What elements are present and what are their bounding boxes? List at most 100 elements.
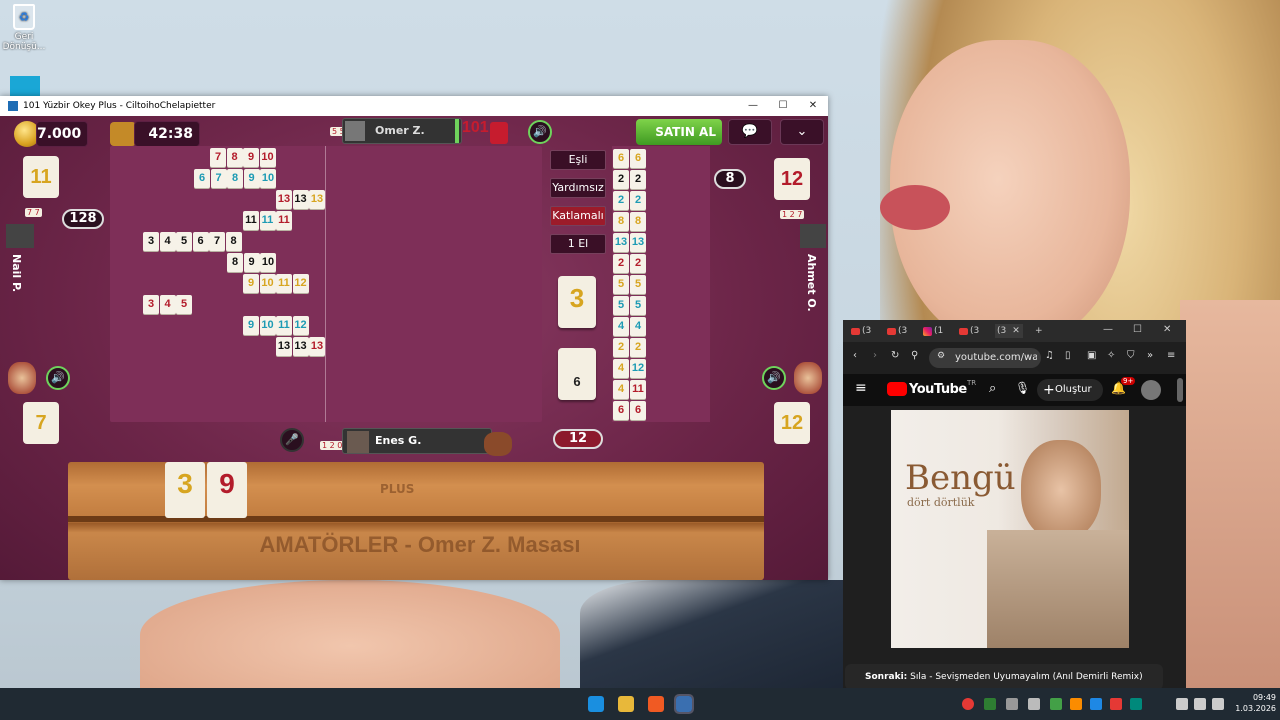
right-top-tile: 12 xyxy=(774,158,810,200)
rack-tile[interactable]: 3 xyxy=(165,462,205,518)
back-icon[interactable]: ‹ xyxy=(853,350,857,361)
meld-tile: 10 xyxy=(259,316,276,335)
sound-button[interactable]: 🔊 xyxy=(528,120,552,144)
window-titlebar: 101 Yüzbir Okey Plus - CiltoihoChelapiet… xyxy=(0,96,828,116)
tray-icon[interactable] xyxy=(962,698,974,710)
ai-icon[interactable]: ✧ xyxy=(1107,350,1115,361)
buy-button[interactable]: SATIN AL xyxy=(636,119,722,145)
create-label: Oluştur xyxy=(1055,384,1092,395)
left-player-sound-button[interactable]: 🔊 xyxy=(46,366,70,390)
search-icon[interactable]: ⌕ xyxy=(989,381,996,396)
browser-maximize-button[interactable]: ☐ xyxy=(1133,324,1142,335)
battery-icon[interactable] xyxy=(1212,698,1224,710)
album-portrait xyxy=(1021,440,1101,540)
browser-minimize-button[interactable]: — xyxy=(1103,324,1113,335)
youtube-logo-text[interactable]: YouTube xyxy=(909,382,967,397)
forward-icon[interactable]: › xyxy=(873,350,877,361)
pair-tile: 2 xyxy=(613,191,629,210)
meld-tile: 6 xyxy=(192,232,209,251)
top-player-panel[interactable]: Omer Z. xyxy=(342,118,462,144)
clock[interactable]: 09:49 1.03.2026 xyxy=(1232,692,1276,714)
wallet-icon[interactable]: ▣ xyxy=(1087,350,1096,361)
tray-icon[interactable] xyxy=(1028,698,1040,710)
new-tab-icon[interactable]: + xyxy=(1035,326,1043,336)
start-icon[interactable] xyxy=(588,696,604,712)
browser-tab[interactable]: (1 xyxy=(923,326,951,336)
create-button[interactable]: + Oluştur xyxy=(1037,379,1103,401)
tray-icon[interactable] xyxy=(1130,698,1142,710)
rack-tile[interactable]: 9 xyxy=(207,462,247,518)
up-next-bar[interactable]: Sonraki: Sıla - Sevişmeden Uyumayalım (A… xyxy=(845,664,1163,690)
right-player-sound-button[interactable]: 🔊 xyxy=(762,366,786,390)
pair-tile: 4 xyxy=(613,380,629,399)
pair-tile: 5 xyxy=(613,296,629,315)
avatar[interactable] xyxy=(1141,380,1161,400)
shield-icon[interactable]: ⛉ xyxy=(1127,350,1135,361)
tray-icon[interactable] xyxy=(984,698,996,710)
up-next-label: Sonraki: xyxy=(865,672,908,682)
right-player-avatar[interactable] xyxy=(800,224,826,248)
desktop-icon-shortcut[interactable] xyxy=(10,76,40,96)
tab-label: (3 xyxy=(970,326,980,336)
okey-app-icon[interactable] xyxy=(674,694,694,714)
tray-icon[interactable] xyxy=(1110,698,1122,710)
youtube-logo-icon[interactable] xyxy=(887,382,907,396)
top-player-avatar xyxy=(345,121,365,141)
album-cover[interactable]: Bengü dört dörtlük xyxy=(891,410,1129,648)
left-player-avatar[interactable] xyxy=(6,224,34,248)
table-felt xyxy=(110,146,542,422)
option-katlamali: Katlamalı xyxy=(550,206,606,226)
browser-tab[interactable]: (3 xyxy=(851,326,879,336)
rack-logo: PLUS xyxy=(380,482,415,496)
hamburger-icon[interactable]: ≡ xyxy=(855,380,867,396)
music-icon[interactable]: ♫ xyxy=(1045,350,1054,361)
network-icon[interactable] xyxy=(1176,698,1188,710)
taskbar xyxy=(0,688,1280,720)
meld-tile: 8 xyxy=(227,253,243,272)
file-explorer-icon[interactable] xyxy=(618,696,634,712)
top-player-name: Omer Z. xyxy=(375,124,425,137)
tab-close-icon[interactable]: ✕ xyxy=(1012,326,1020,336)
option-esli: Eşli xyxy=(550,150,606,170)
browser-tab-active[interactable]: (3 ✕ xyxy=(995,324,1023,338)
option-1-el: 1 El xyxy=(550,234,606,254)
meld-tile: 3 xyxy=(143,232,159,251)
brave-browser-icon[interactable] xyxy=(648,696,664,712)
chat-button[interactable]: 💬 xyxy=(728,119,772,145)
minimize-button[interactable]: — xyxy=(738,96,768,116)
meld-tile: 8 xyxy=(225,232,242,251)
browser-tab[interactable]: (3 xyxy=(887,326,915,336)
scrollbar[interactable] xyxy=(1177,378,1183,402)
close-button[interactable]: ✕ xyxy=(798,96,828,116)
bookmark-icon[interactable]: ⚲ xyxy=(911,350,918,361)
meld-tile: 11 xyxy=(243,211,259,230)
reload-icon[interactable]: ↻ xyxy=(891,350,899,361)
sidebar-icon[interactable]: ▯ xyxy=(1065,350,1071,361)
extensions-icon[interactable]: » xyxy=(1147,350,1153,361)
tray-icon[interactable] xyxy=(1050,698,1062,710)
tray-icon[interactable] xyxy=(1006,698,1018,710)
pair-tile: 12 xyxy=(630,359,646,378)
deck-pile[interactable]: 6 xyxy=(558,348,596,400)
browser-window: (3 (3 (1 (3 (3 ✕ + — ☐ ✕ ‹ › ↻ ⚲ ⚙ youtub… xyxy=(843,320,1186,690)
tray-icon[interactable] xyxy=(1090,698,1102,710)
youtube-header: ≡ YouTube TR ⌕ 🎙 + Oluştur 🔔 9+ xyxy=(843,374,1186,406)
site-info-icon[interactable]: ⚙ xyxy=(937,351,945,361)
menu-icon[interactable]: ≡ xyxy=(1167,350,1175,361)
microphone-button[interactable]: 🎤 xyxy=(280,428,304,452)
bottom-player-mini-tiles: 1 2 0 xyxy=(320,441,345,450)
chevron-down-icon: ⌄ xyxy=(796,124,808,139)
browser-close-button[interactable]: ✕ xyxy=(1163,324,1171,335)
desktop-icon-recycle-bin[interactable]: ♻ Geri Dönüşü... xyxy=(0,4,54,52)
pair-tile: 2 xyxy=(630,254,646,273)
browser-tab[interactable]: (3 xyxy=(959,326,987,336)
pair-tile: 4 xyxy=(630,317,646,336)
menu-dropdown-button[interactable]: ⌄ xyxy=(780,119,824,145)
maximize-button[interactable]: ☐ xyxy=(768,96,798,116)
mic-icon[interactable]: 🎙 xyxy=(1015,381,1030,395)
meld-tile: 13 xyxy=(292,190,309,209)
bottom-player-panel[interactable]: Enes G. xyxy=(342,428,492,454)
tray-icon[interactable] xyxy=(1070,698,1082,710)
pair-tile: 5 xyxy=(630,275,646,294)
volume-icon[interactable] xyxy=(1194,698,1206,710)
